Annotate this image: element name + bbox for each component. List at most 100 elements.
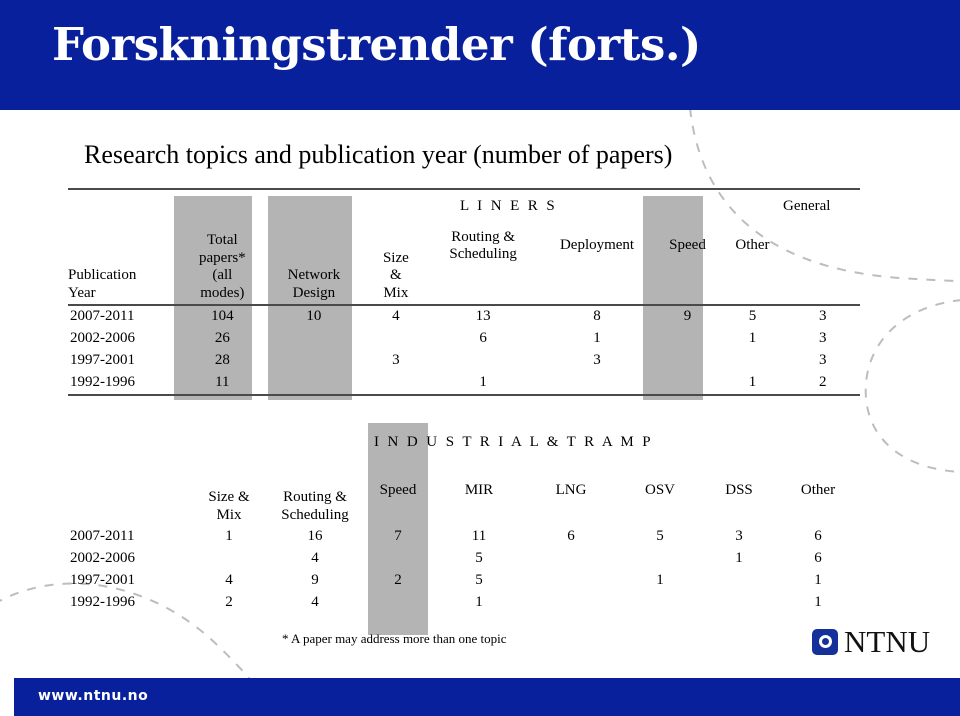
table1-body: 2007-2011 104 10 4 13 8 9 5 3 2002-2006 … — [68, 304, 860, 398]
cell-size-mix — [364, 372, 428, 395]
cell-deployment: 3 — [593, 352, 601, 369]
cell-year: 2002-2006 — [70, 550, 135, 567]
header-speed: Speed — [379, 482, 417, 498]
cell-year: 2002-2006 — [70, 330, 135, 347]
header-other: Other — [800, 482, 836, 498]
table-row: 1997-2001 28 3 3 3 — [68, 350, 860, 372]
cell-dss: 3 — [735, 528, 743, 545]
cell-speed: 7 — [394, 528, 402, 545]
cell-deployment: 1 — [593, 330, 601, 347]
cell-other: 1 — [814, 572, 822, 589]
cell-year: 2007-2011 — [70, 528, 135, 545]
cell-year: 1992-1996 — [70, 594, 135, 611]
cell-speed — [656, 372, 720, 395]
header-publication-year: Publication Year — [68, 188, 181, 305]
cell-network-design — [264, 328, 364, 350]
header-routing-scheduling: Routing & Scheduling — [427, 188, 539, 305]
cell-other: 6 — [814, 550, 822, 567]
cell-dss: 1 — [735, 550, 743, 567]
ntnu-mark-icon — [812, 628, 838, 655]
table1-header-row: Publication Year Total papers* (all mode… — [68, 188, 860, 305]
cell-network-design — [264, 372, 364, 395]
cell-year: 1997-2001 — [70, 572, 135, 589]
cell-routing-scheduling — [428, 350, 539, 372]
cell-other — [719, 350, 785, 372]
header-size-mix: Size & Mix — [208, 489, 250, 523]
header-network-design: Network Design — [263, 188, 364, 305]
slide-footer-bar — [14, 678, 960, 716]
table-row: 2002-2006 4 5 1 6 — [68, 548, 860, 570]
cell-routing-scheduling: 16 — [307, 528, 323, 545]
ntnu-wordmark: NTNU — [844, 624, 931, 659]
research-topics-liners-table: Publication Year Total papers* (all mode… — [68, 188, 860, 398]
cell-total: 11 — [215, 374, 230, 391]
header-other: Other — [719, 188, 786, 305]
cell-general: 3 — [818, 330, 827, 347]
cell-speed — [656, 350, 720, 372]
table-footnote: * A paper may address more than one topi… — [282, 631, 507, 646]
cell-size-mix: 4 — [225, 572, 233, 589]
cell-total: 104 — [180, 304, 264, 328]
table-row: 1992-1996 11 1 1 2 — [68, 372, 860, 395]
cell-mir: 11 — [471, 528, 487, 545]
cell-routing-scheduling: 9 — [311, 572, 319, 589]
cell-speed — [362, 592, 434, 614]
cell-speed: 9 — [655, 304, 720, 328]
footer-url: www.ntnu.no — [38, 688, 149, 704]
cell-routing-scheduling: 6 — [479, 330, 487, 347]
cell-year: 2007-2011 — [68, 304, 181, 328]
cell-mir: 1 — [475, 594, 483, 611]
table-row: 2007-2011 104 10 4 13 8 9 5 3 — [68, 304, 860, 328]
cell-osv: 1 — [656, 572, 664, 589]
table1-bottom-rule-row — [68, 394, 860, 398]
cell-size-mix — [190, 548, 268, 570]
table2-bottom-rule-row — [68, 614, 860, 616]
cell-dss — [702, 592, 776, 614]
cell-other: 1 — [748, 330, 757, 347]
ntnu-logo: NTNU — [812, 626, 930, 657]
header-deployment: Deployment — [538, 188, 656, 305]
slide-canvas: Forskningstrender (forts.) Research topi… — [0, 0, 960, 716]
cell-year: 1992-1996 — [70, 374, 135, 391]
cell-osv — [618, 548, 702, 570]
cell-network-design — [264, 350, 364, 372]
header-lng: LNG — [555, 482, 587, 498]
ntnu-ring-icon — [818, 635, 832, 648]
slide-subtitle: Research topics and publication year (nu… — [84, 140, 673, 169]
cell-other: 1 — [748, 374, 757, 391]
page-title: Forskningstrender (forts.) — [52, 18, 701, 71]
header-osv: OSV — [644, 482, 675, 498]
header-speed: Speed — [655, 188, 720, 305]
header-general-spacer — [785, 188, 860, 305]
header-size-mix: Size & Mix — [363, 188, 428, 305]
table-row: 1997-2001 4 9 2 5 1 1 — [68, 570, 860, 592]
table1-bottom-rule — [68, 394, 860, 398]
header-dss: DSS — [725, 482, 753, 498]
cell-total: 26 — [214, 330, 230, 347]
cell-general: 3 — [785, 304, 860, 328]
cell-lng: 6 — [567, 528, 575, 545]
cell-routing-scheduling: 1 — [479, 374, 487, 391]
table2-bottom-rule — [68, 614, 860, 616]
header-total-papers: Total papers* (all modes) — [180, 188, 264, 305]
cell-size-mix: 2 — [225, 594, 233, 611]
cell-lng — [524, 548, 618, 570]
cell-size-mix — [364, 328, 428, 350]
cell-general: 3 — [818, 352, 827, 369]
header-routing-scheduling: Routing & Scheduling — [281, 489, 349, 523]
cell-routing-scheduling: 4 — [311, 594, 319, 611]
cell-mir: 5 — [475, 572, 483, 589]
header-mir: MIR — [464, 482, 494, 498]
cell-year: 1997-2001 — [70, 352, 135, 369]
cell-size-mix: 1 — [225, 528, 233, 545]
cell-other: 5 — [719, 304, 786, 328]
cell-deployment: 8 — [538, 304, 656, 328]
cell-other: 1 — [814, 594, 822, 611]
table-row: 1992-1996 2 4 1 1 — [68, 592, 860, 614]
cell-size-mix: 3 — [392, 352, 400, 369]
cell-speed: 2 — [394, 572, 402, 589]
research-topics-industrial-tramp-table: Size & Mix Routing & Scheduling Speed MI… — [68, 480, 860, 616]
cell-speed — [656, 328, 720, 350]
cell-lng — [524, 592, 618, 614]
cell-mir: 5 — [475, 550, 483, 567]
